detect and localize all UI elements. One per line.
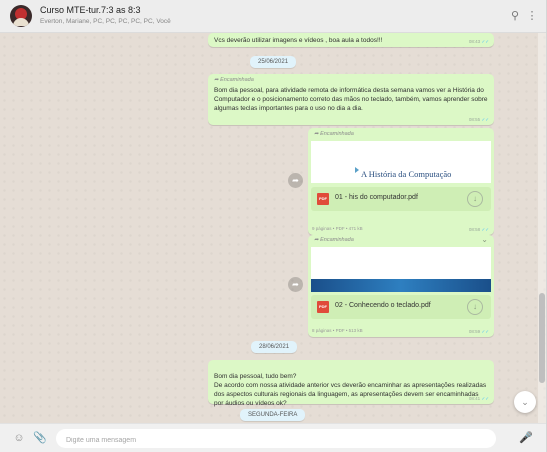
thumbnail-keyboard-strip — [311, 279, 491, 292]
scrollbar-thumb[interactable] — [539, 293, 545, 383]
message-time: 08:55 ✓✓ — [468, 116, 489, 122]
emoji-icon[interactable]: ☺ — [12, 431, 26, 445]
download-icon[interactable]: ↓ — [467, 299, 483, 315]
group-avatar[interactable] — [10, 5, 32, 27]
document-meta: 8 páginas • PDF • 513 kB — [312, 328, 363, 333]
chat-header[interactable]: Curso MTE-tur.7:3 as 8:3 Everton, Marian… — [0, 0, 546, 33]
forward-share-icon[interactable]: ➦ — [288, 277, 303, 292]
message-time: 08:41 ✓✓ — [468, 395, 489, 401]
chat-area[interactable]: Vcs deverão utilizar imagens e vídeos , … — [0, 33, 546, 423]
forwarded-label: ➦ Encaminhada — [214, 77, 254, 83]
microphone-icon[interactable]: 🎤 — [519, 431, 533, 445]
menu-icon[interactable]: ⋮ — [525, 9, 539, 23]
document-message[interactable]: ➦ Encaminhada A História da Computação P… — [308, 128, 494, 235]
pdf-icon: PDF — [317, 193, 329, 205]
chevron-down-icon[interactable]: ⌄ — [481, 235, 488, 244]
message-input[interactable] — [56, 431, 496, 450]
document-file-name: 01 - his do computador.pdf — [335, 194, 418, 201]
message-time: 08:43 ✓✓ — [468, 38, 489, 44]
document-file-row[interactable]: PDF 01 - his do computador.pdf ↓ — [311, 187, 491, 211]
pdf-icon: PDF — [317, 301, 329, 313]
message-time: 08:59 ✓✓ — [468, 329, 489, 334]
message-time: 08:58 ✓✓ — [468, 227, 489, 232]
message-text: Vcs deverão utilizar imagens e vídeos , … — [214, 37, 383, 44]
forward-share-icon[interactable]: ➦ — [288, 173, 303, 188]
forwarded-label: ➦ Encaminhada — [314, 131, 354, 137]
group-participants[interactable]: Everton, Mariane, PC, PC, PC, PC, PC, Vo… — [40, 18, 171, 25]
document-file-name: 02 - Conhecendo o teclado.pdf — [335, 302, 431, 309]
message-bubble[interactable]: ➦ Encaminhada Bom dia pessoal, para ativ… — [208, 74, 494, 125]
download-icon[interactable]: ↓ — [467, 191, 483, 207]
scroll-to-bottom-button[interactable]: ⌄ — [514, 391, 536, 413]
search-icon[interactable]: ⚲ — [508, 9, 522, 23]
date-separator: 28/06/2021 — [251, 341, 298, 353]
message-text: Bom dia pessoal, para atividade remota d… — [214, 86, 488, 112]
group-title[interactable]: Curso MTE-tur.7:3 as 8:3 — [40, 5, 141, 15]
document-meta: 9 páginas • PDF • 471 kB — [312, 226, 363, 231]
read-ticks-icon: ✓✓ — [481, 329, 489, 334]
message-text: Bom dia pessoal, tudo bem? De acordo com… — [214, 373, 487, 408]
read-ticks-icon: ✓✓ — [481, 227, 489, 232]
read-ticks-icon: ✓✓ — [481, 38, 489, 44]
date-separator: 25/06/2021 — [250, 56, 297, 68]
thumbnail-title: A História da Computação — [361, 169, 452, 179]
whatsapp-window: Curso MTE-tur.7:3 as 8:3 Everton, Marian… — [0, 0, 547, 452]
attach-icon[interactable]: 📎 — [33, 431, 47, 445]
document-message[interactable]: ➦ Encaminhada ⌄ PDF 02 - Conhecendo o te… — [308, 235, 494, 337]
message-bubble[interactable]: Bom dia pessoal, tudo bem? De acordo com… — [208, 360, 494, 408]
document-thumbnail[interactable]: A História da Computação — [311, 141, 491, 183]
thumbnail-arrow-icon — [355, 167, 359, 173]
read-ticks-icon: ✓✓ — [481, 395, 489, 401]
scrollbar[interactable] — [538, 33, 546, 423]
message-input-wrapper — [56, 429, 496, 450]
document-file-row[interactable]: PDF 02 - Conhecendo o teclado.pdf ↓ — [311, 295, 491, 319]
composer-bar: ☺ 📎 🎤 — [0, 423, 546, 452]
message-bubble[interactable]: Vcs deverão utilizar imagens e vídeos , … — [208, 33, 494, 47]
forwarded-label: ➦ Encaminhada — [314, 237, 354, 243]
read-ticks-icon: ✓✓ — [481, 116, 489, 122]
document-thumbnail[interactable] — [311, 247, 491, 292]
date-separator: SEGUNDA-FEIRA — [240, 409, 306, 421]
